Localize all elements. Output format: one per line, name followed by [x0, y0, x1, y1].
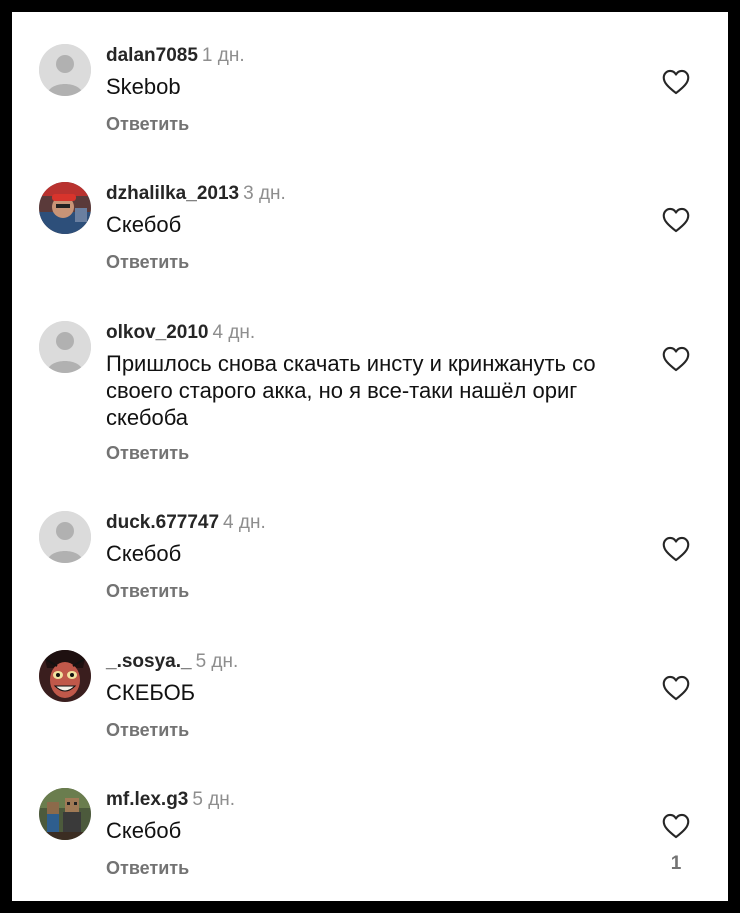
reply-button[interactable]: Ответить — [106, 857, 189, 879]
default-avatar-icon — [39, 44, 91, 96]
comment-text: СКЕБОБ — [106, 680, 196, 705]
reply-button[interactable]: Ответить — [106, 251, 189, 273]
reply-button[interactable]: Ответить — [106, 442, 189, 464]
comment-meta: dzhalilka_2013 3 дн. — [106, 182, 286, 206]
reply-button[interactable]: Ответить — [106, 719, 189, 741]
timestamp: 3 дн. — [243, 183, 286, 204]
username[interactable]: olkov_2010 — [106, 322, 208, 343]
heart-icon[interactable] — [662, 536, 690, 562]
comment-meta: dalan7085 1 дн. — [106, 44, 245, 68]
avatar[interactable] — [39, 650, 91, 702]
comment-text: Скебоб — [106, 212, 182, 237]
avatar[interactable] — [39, 511, 91, 563]
comment-text: Скебоб — [106, 818, 182, 843]
pixel-avatar-icon — [39, 788, 91, 840]
timestamp: 4 дн. — [223, 512, 266, 533]
timestamp: 4 дн. — [212, 322, 256, 343]
heart-icon[interactable] — [662, 346, 690, 372]
comment-meta: olkov_2010 4 дн. — [106, 321, 255, 345]
cartoon-avatar-icon — [39, 650, 91, 702]
comment-text: Скебоб — [106, 541, 182, 566]
username[interactable]: mf.lex.g3 — [106, 789, 188, 810]
default-avatar-icon — [39, 321, 91, 373]
username[interactable]: _.sosya._ — [106, 651, 192, 672]
avatar[interactable] — [39, 788, 91, 840]
heart-icon[interactable] — [662, 675, 690, 701]
username[interactable]: dzhalilka_2013 — [106, 183, 239, 204]
avatar[interactable] — [39, 182, 91, 234]
username[interactable]: duck.677747 — [106, 512, 219, 533]
timestamp: 1 дн. — [201, 45, 245, 66]
photo-avatar-icon — [39, 182, 91, 234]
comment-text: Skebob — [106, 74, 181, 99]
comment-text: Пришлось снова скачать инсту и кринжанут… — [106, 351, 596, 430]
avatar[interactable] — [39, 44, 91, 96]
comments-list: dalan7085 1 дн. Skebob Ответить dzhalilka… — [12, 12, 728, 901]
comment-meta: duck.677747 4 дн. — [106, 511, 266, 535]
heart-icon[interactable] — [662, 207, 690, 233]
default-avatar-icon — [39, 511, 91, 563]
comment-meta: mf.lex.g3 5 дн. — [106, 788, 235, 812]
timestamp: 5 дн. — [192, 789, 236, 810]
timestamp: 5 дн. — [195, 651, 239, 672]
reply-button[interactable]: Ответить — [106, 113, 189, 135]
username[interactable]: dalan7085 — [106, 45, 198, 66]
reply-button[interactable]: Ответить — [106, 580, 189, 602]
like-count[interactable]: 1 — [662, 853, 690, 875]
avatar[interactable] — [39, 321, 91, 373]
heart-icon[interactable] — [662, 69, 690, 95]
comment-meta: _.sosya._ 5 дн. — [106, 650, 238, 674]
heart-icon[interactable] — [662, 813, 690, 839]
